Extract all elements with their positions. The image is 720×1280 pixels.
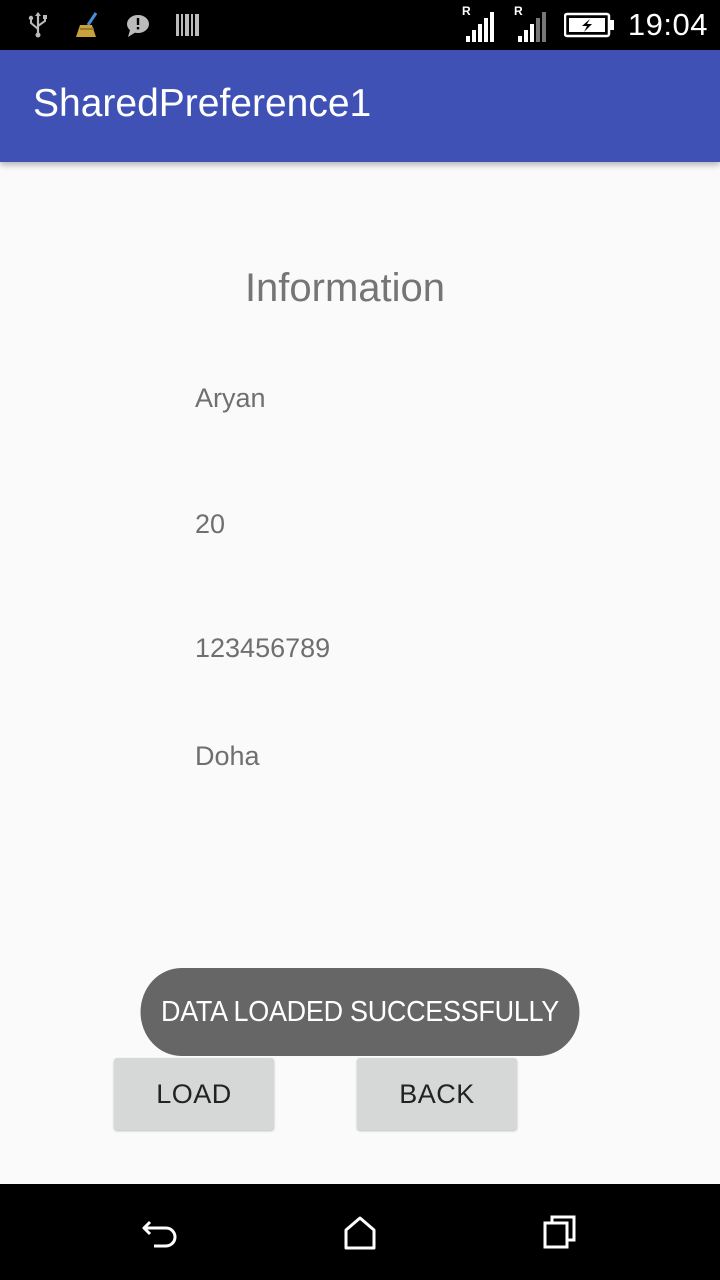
svg-text:R: R xyxy=(462,4,471,18)
navigation-bar xyxy=(0,1184,720,1280)
app-title: SharedPreference1 xyxy=(33,82,372,125)
barcode-icon xyxy=(176,14,199,36)
recents-icon[interactable] xyxy=(536,1208,584,1256)
city-value: Doha xyxy=(195,741,260,771)
signal-1-icon: R xyxy=(462,4,494,42)
age-value: 20 xyxy=(195,509,226,539)
information-heading: Information xyxy=(244,266,446,310)
message-icon xyxy=(127,15,149,37)
back-button[interactable]: BACK xyxy=(357,1058,517,1130)
status-bar: R R 19:04 xyxy=(0,0,720,50)
phone-value: 123456789 xyxy=(195,633,331,663)
home-icon[interactable] xyxy=(336,1208,384,1256)
battery-charging-icon xyxy=(563,12,614,38)
svg-text:R: R xyxy=(514,4,523,18)
cleaner-icon xyxy=(76,12,98,37)
load-button[interactable]: LOAD xyxy=(114,1058,274,1130)
usb-icon xyxy=(28,12,47,38)
clock: 19:04 xyxy=(627,7,708,42)
name-value: Aryan xyxy=(195,383,266,413)
back-icon[interactable] xyxy=(136,1208,184,1256)
signal-2-icon: R xyxy=(514,4,546,42)
app-bar: SharedPreference1 xyxy=(0,50,720,162)
toast-message: DATA LOADED SUCCESSFULLY xyxy=(140,968,580,1056)
